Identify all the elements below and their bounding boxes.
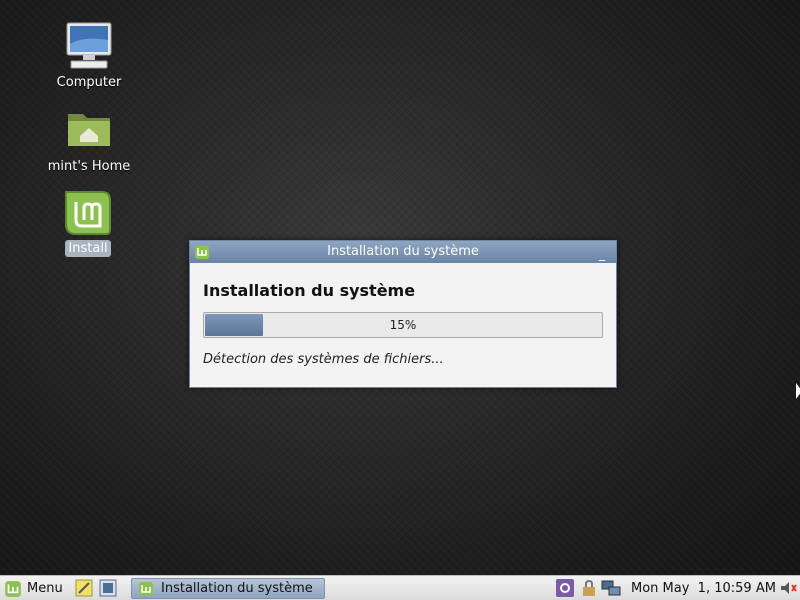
dialog-titlebar[interactable]: Installation du système _ xyxy=(190,241,616,263)
desktop-icon-label: mint's Home xyxy=(47,159,131,174)
volume-icon[interactable] xyxy=(778,578,798,598)
menu-button[interactable]: Menu xyxy=(4,576,63,600)
clock[interactable]: Mon May 1, 10:59 AM xyxy=(631,576,776,600)
menu-label: Menu xyxy=(27,581,63,596)
desktop-icon-label: Computer xyxy=(56,75,122,90)
computer-icon xyxy=(66,22,112,69)
desktop-icon-label: Install xyxy=(65,240,111,257)
mint-logo-icon xyxy=(195,245,209,259)
taskbar-window-button[interactable]: Installation du système xyxy=(131,578,325,599)
mint-logo-icon xyxy=(139,581,153,596)
mint-install-icon xyxy=(65,191,111,235)
desktop-icon-computer[interactable]: Computer xyxy=(41,20,137,91)
settings-icon[interactable] xyxy=(555,578,575,598)
mouse-cursor-icon xyxy=(796,383,800,399)
dialog-title: Installation du système xyxy=(327,244,479,259)
clock-label: Mon May 1, 10:59 AM xyxy=(631,581,776,596)
taskbar: Menu Installation du système Mon May 1, … xyxy=(0,575,800,600)
progress-bar: 15% xyxy=(203,312,603,338)
desktop-icon-install[interactable]: Install xyxy=(40,186,136,257)
terminal-launcher-icon[interactable] xyxy=(98,578,118,598)
dialog-heading: Installation du système xyxy=(203,281,416,300)
installation-dialog: Installation du système _ Installation d… xyxy=(189,240,617,388)
minimize-button[interactable]: _ xyxy=(596,241,608,263)
taskbar-window-label: Installation du système xyxy=(161,581,313,596)
desktop-icon-home[interactable]: mint's Home xyxy=(41,104,137,175)
status-message: Détection des systèmes de fichiers... xyxy=(203,352,444,367)
lock-icon[interactable] xyxy=(579,578,599,598)
mint-logo-icon xyxy=(5,580,21,597)
home-folder-icon xyxy=(68,114,110,146)
network-icon[interactable] xyxy=(601,578,621,598)
progress-label: 15% xyxy=(389,318,417,332)
text-editor-launcher-icon[interactable] xyxy=(74,578,94,598)
